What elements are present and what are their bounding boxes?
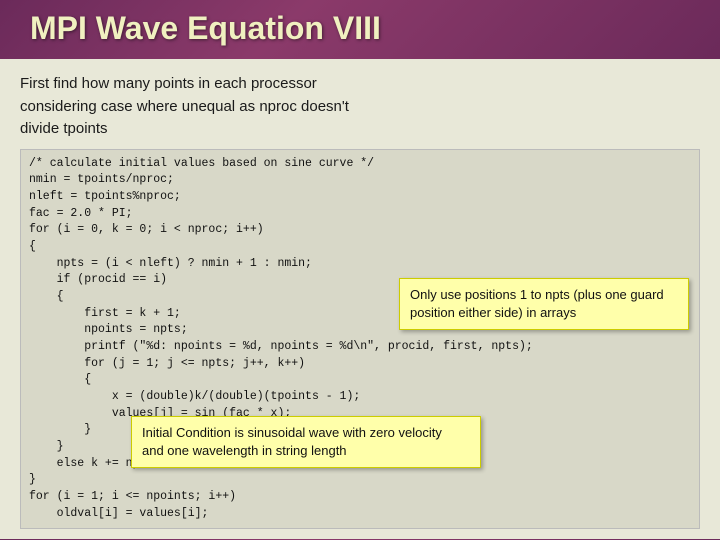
slide: MPI Wave Equation VIII First find how ma… [0,0,720,540]
code-line-21: oldval[i] = values[i]; [29,506,691,523]
main-content: First find how many points in each proce… [0,59,720,539]
code-line-4: for (i = 0, k = 0; i < nproc; i++) [29,222,691,239]
intro-line2: considering case where unequal as nproc … [20,98,349,115]
title-bar: MPI Wave Equation VIII [0,0,720,59]
code-line-12: for (j = 1; j <= npts; j++, k++) [29,356,691,373]
tooltip-positions: Only use positions 1 to npts (plus one g… [399,278,689,330]
code-line-3: fac = 2.0 * PI; [29,206,691,223]
tooltip-initial: Initial Condition is sinusoidal wave wit… [131,416,481,468]
tooltip-positions-line2: position either side) in arrays [410,305,576,320]
code-line-13: { [29,372,691,389]
intro-text: First find how many points in each proce… [20,73,700,141]
code-line-2: nleft = tpoints%nproc; [29,189,691,206]
code-line-20: for (i = 1; i <= npoints; i++) [29,489,691,506]
slide-title: MPI Wave Equation VIII [30,10,381,46]
content-area: MPI Wave Equation VIII First find how ma… [0,0,720,540]
tooltip-positions-line1: Only use positions 1 to npts (plus one g… [410,287,664,302]
code-line-19: } [29,472,691,489]
tooltip-initial-line1: Initial Condition is sinusoidal wave wit… [142,425,442,440]
code-line-11: printf ("%d: npoints = %d, npoints = %d\… [29,339,691,356]
code-line-6: npts = (i < nleft) ? nmin + 1 : nmin; [29,256,691,273]
intro-line3: divide tpoints [20,120,108,137]
code-line-1: nmin = tpoints/nproc; [29,172,691,189]
code-line-14: x = (double)k/(double)(tpoints - 1); [29,389,691,406]
code-line-5: { [29,239,691,256]
code-block: /* calculate initial values based on sin… [20,149,700,530]
tooltip-initial-line2: and one wavelength in string length [142,443,347,458]
code-line-0: /* calculate initial values based on sin… [29,156,691,173]
intro-line1: First find how many points in each proce… [20,75,317,92]
